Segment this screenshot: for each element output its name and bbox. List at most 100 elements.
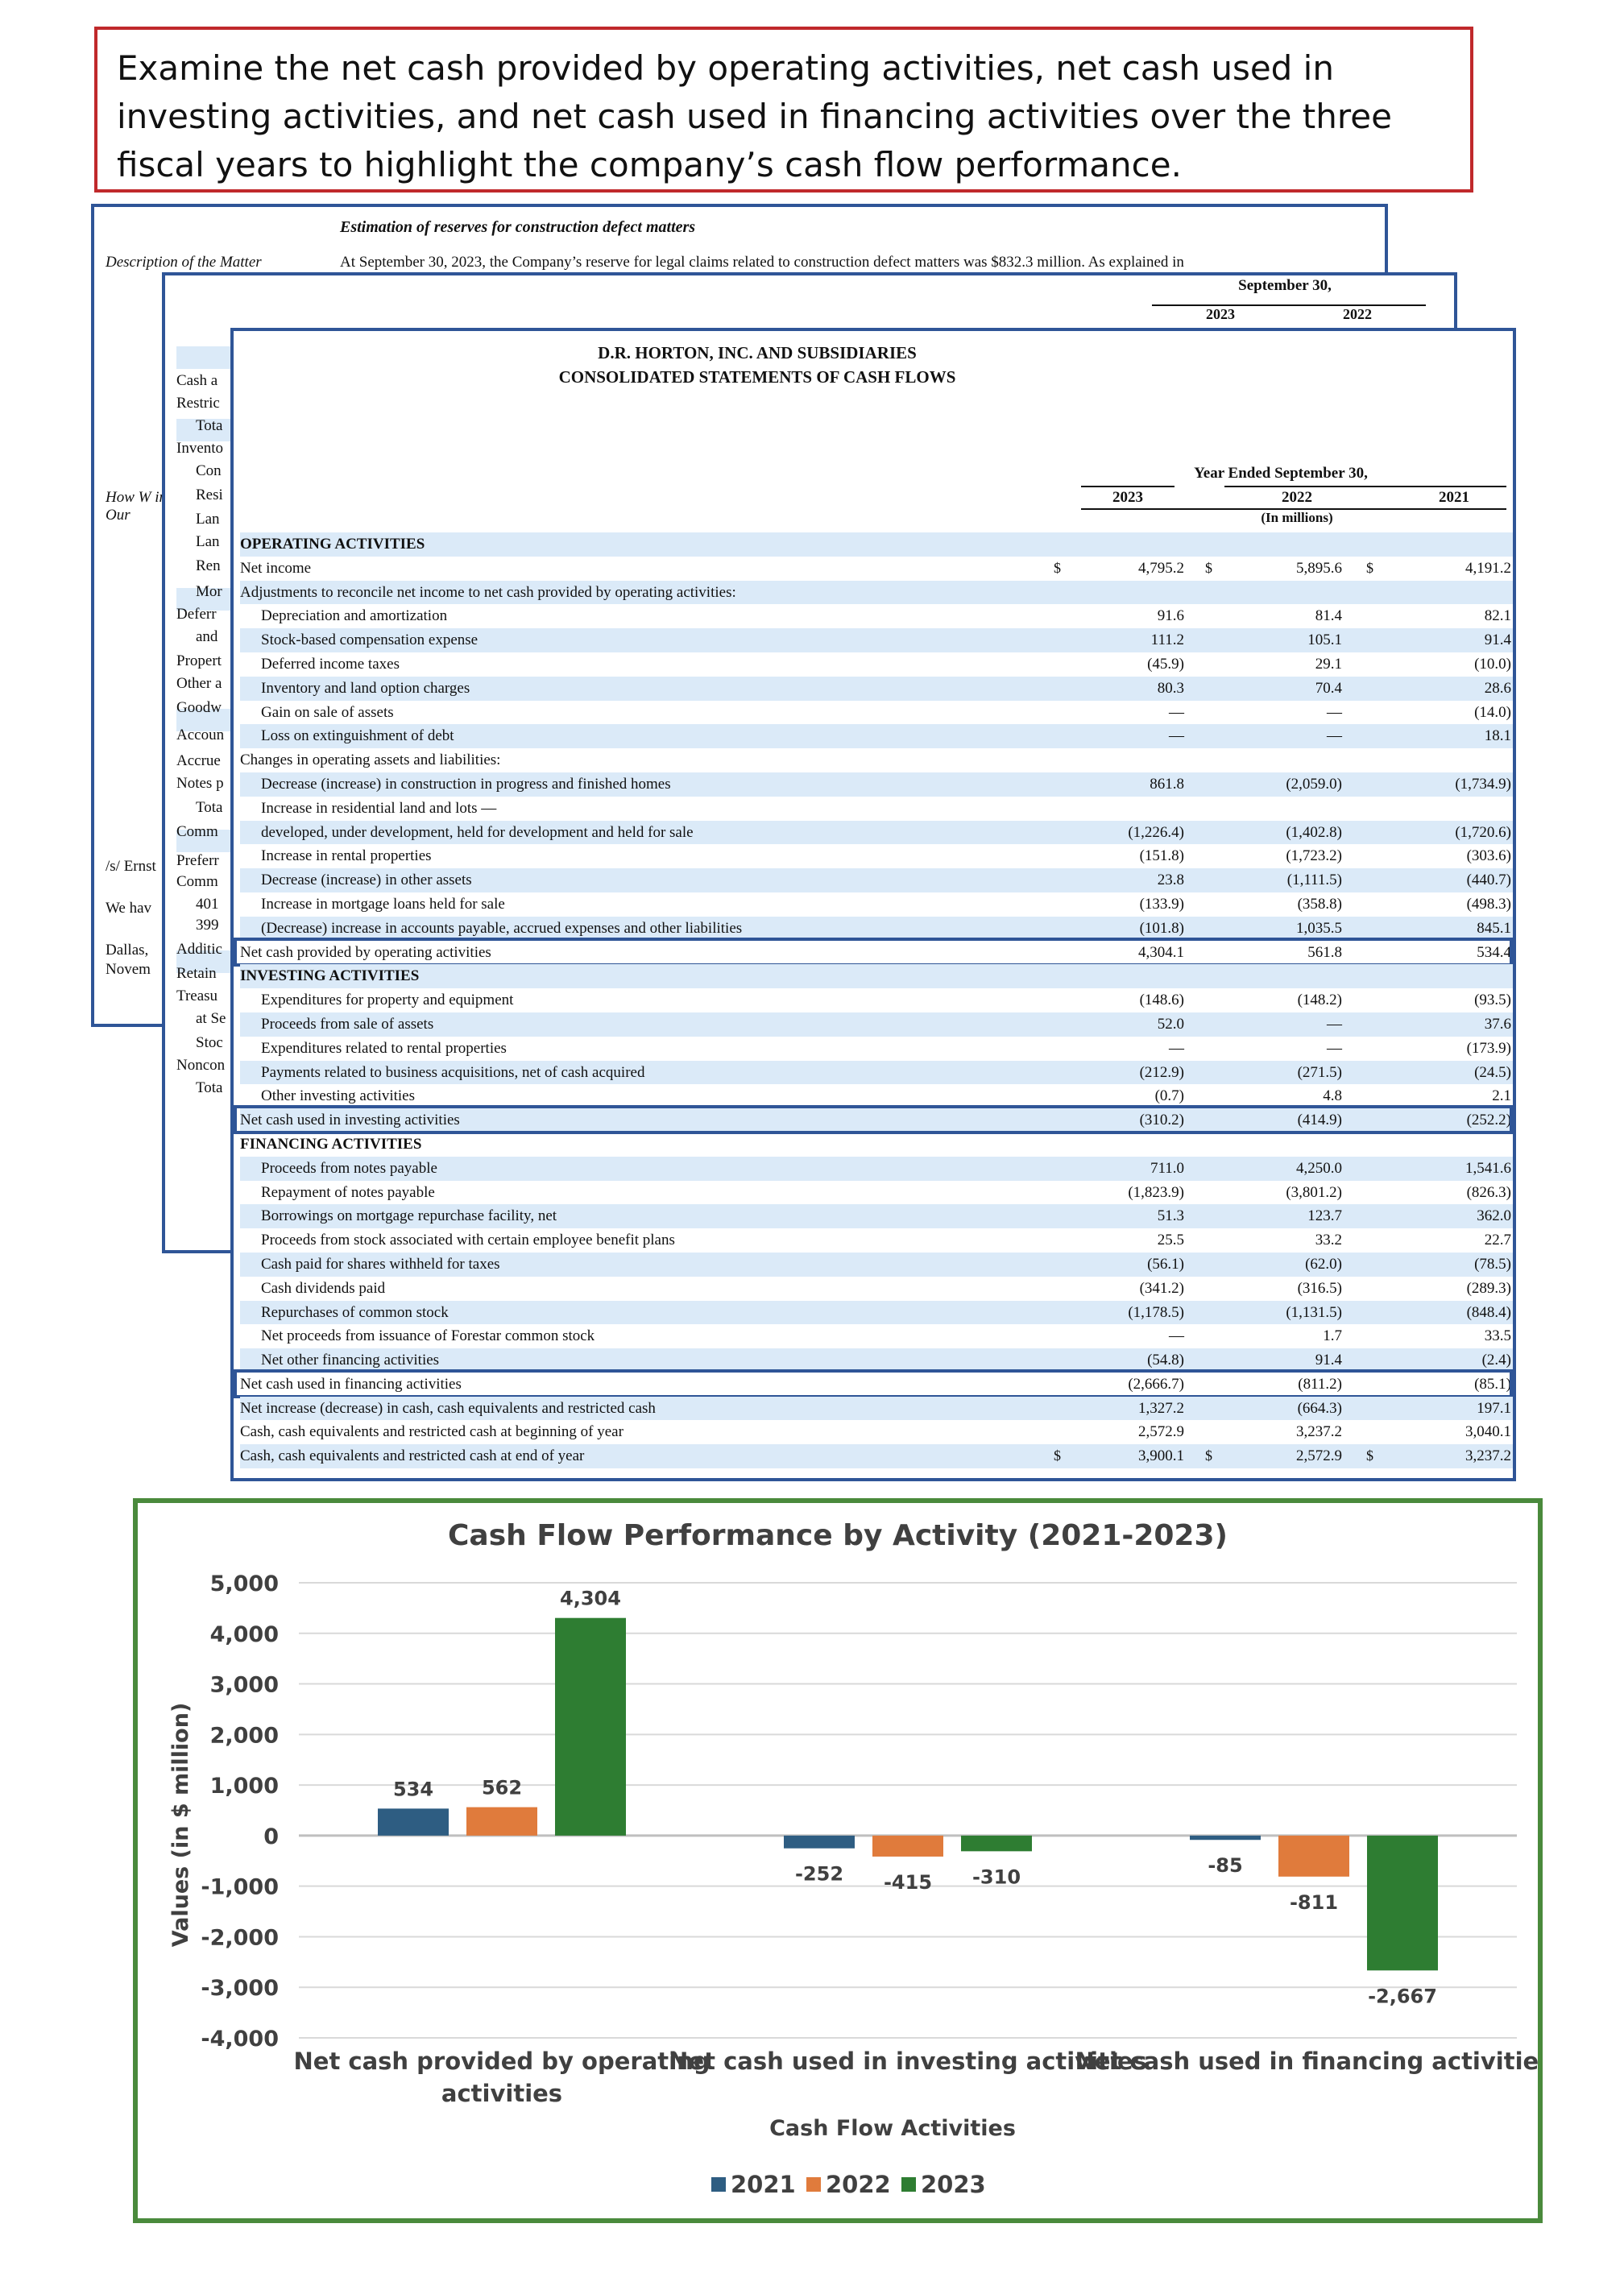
balance-year: 2023 — [1206, 306, 1235, 322]
row-label: Decrease (increase) in other assets — [261, 872, 472, 889]
statement-row: Deferred income taxes (45.9) 29.1 (10.0) — [240, 652, 1513, 677]
data-label: -2,667 — [1368, 1985, 1437, 2007]
value-2022: 81.4 — [1315, 607, 1342, 625]
value-2022: 5,895.6 — [1296, 559, 1342, 577]
legend-label: 2021 — [731, 2171, 796, 2198]
row-label: Expenditures for property and equipment — [261, 992, 514, 1009]
value-2022: 123.7 — [1307, 1207, 1342, 1225]
value-2023: — — [1169, 1327, 1184, 1345]
value-2023: 2,572.9 — [1138, 1423, 1184, 1441]
data-label: -85 — [1208, 1854, 1242, 1877]
balance-stub: Accrue — [176, 752, 221, 769]
value-2023: 3,900.1 — [1138, 1447, 1184, 1465]
bar-2021 — [784, 1835, 855, 1849]
value-2021: (93.5) — [1474, 992, 1511, 1009]
balance-year: 2022 — [1343, 306, 1372, 322]
statement-row: Gain on sale of assets — — (14.0) — [240, 701, 1513, 725]
statement-row: Increase in rental properties (151.8) (1,7… — [240, 844, 1513, 868]
value-2021: 91.4 — [1484, 631, 1511, 649]
balance-stub: Notes p — [176, 775, 224, 792]
balance-stub: Treasu — [176, 988, 218, 1004]
bar-2022 — [872, 1835, 943, 1857]
row-label: Net increase (decrease) in cash, cash eq… — [240, 1399, 656, 1417]
value-2021: 22.7 — [1484, 1232, 1511, 1249]
rule — [1224, 486, 1506, 487]
balance-years: 2023 2022 — [1152, 304, 1426, 323]
balance-stub: Deferr — [176, 606, 217, 623]
statement-row: Borrowings on mortgage repurchase facili… — [240, 1204, 1513, 1229]
value-2022: 3,237.2 — [1296, 1423, 1342, 1441]
balance-stub: Invento — [176, 440, 224, 457]
description-text: At September 30, 2023, the Company’s res… — [340, 254, 1184, 271]
value-2022: (1,402.8) — [1286, 823, 1342, 841]
currency-symbol: $ — [1205, 1447, 1212, 1464]
row-label: Repayment of notes payable — [261, 1183, 435, 1201]
balance-stub: Additic — [176, 941, 222, 958]
value-2021: (848.4) — [1466, 1303, 1511, 1321]
row-label: FINANCING ACTIVITIES — [240, 1135, 422, 1153]
value-2022: (271.5) — [1297, 1063, 1342, 1081]
y-tick-label: 1,000 — [210, 1774, 279, 1799]
row-label: OPERATING ACTIVITIES — [240, 536, 425, 553]
statement-row: Decrease (increase) in construction in p… — [240, 772, 1513, 797]
audit-matter-title: Estimation of reserves for construction … — [340, 218, 696, 236]
balance-stub: Retain — [176, 965, 217, 982]
value-2022: — — [1327, 703, 1342, 721]
value-2021: 3,040.1 — [1465, 1423, 1511, 1441]
highlight-box — [234, 937, 1513, 967]
data-label: -415 — [884, 1871, 932, 1894]
value-2021: (14.0) — [1474, 703, 1511, 721]
balance-stub: 401 — [196, 896, 219, 913]
statement-rows: OPERATING ACTIVITIES Net income $ $ $4,795.2… — [234, 532, 1513, 1469]
bar-2023 — [555, 1617, 626, 1836]
row-label: Expenditures related to rental propertie… — [261, 1039, 507, 1057]
value-2023: (133.9) — [1139, 895, 1184, 913]
legend-label: 2022 — [826, 2171, 891, 2198]
value-2023: (148.6) — [1139, 992, 1184, 1009]
value-2021: 362.0 — [1477, 1207, 1511, 1225]
value-2022: (62.0) — [1305, 1255, 1342, 1273]
y-tick-label: 4,000 — [210, 1622, 279, 1647]
y-tick-label: -2,000 — [201, 1925, 279, 1950]
value-2022: — — [1327, 1015, 1342, 1033]
balance-stub: Propert — [176, 652, 222, 669]
statement-row: Loss on extinguishment of debt — — 18.1 — [240, 724, 1513, 749]
statement-row: Net increase (decrease) in cash, cash eq… — [240, 1396, 1513, 1421]
units-label: (In millions) — [1261, 510, 1333, 525]
row-label: Increase in residential land and lots — — [261, 799, 497, 817]
value-2023: 711.0 — [1150, 1159, 1184, 1177]
legend-swatch-2022 — [806, 2177, 821, 2192]
statement-row: Proceeds from stock associated with cert… — [240, 1228, 1513, 1253]
statement-row: Expenditures for property and equipment (… — [240, 988, 1513, 1012]
value-2023: — — [1169, 703, 1184, 721]
statement-row: Cash paid for shares withheld for taxes (… — [240, 1252, 1513, 1277]
data-label: -811 — [1290, 1891, 1338, 1914]
row-label: Cash dividends paid — [261, 1279, 386, 1297]
value-2021: 37.6 — [1484, 1015, 1511, 1033]
value-2022: (316.5) — [1297, 1279, 1342, 1297]
y-axis-title: Values (in $ million) — [168, 1703, 193, 1948]
value-2022: (2,059.0) — [1286, 775, 1342, 793]
value-2021: 197.1 — [1477, 1399, 1511, 1417]
value-2022: (1,723.2) — [1286, 847, 1342, 865]
balance-stub: Ren — [196, 557, 221, 574]
chart-title: Cash Flow Performance by Activity (2021-… — [448, 1519, 1228, 1552]
bar-2021 — [1190, 1835, 1261, 1841]
balance-stub: Restric — [176, 395, 220, 412]
value-2023: 51.3 — [1157, 1207, 1184, 1225]
balance-stub: Mor — [196, 583, 222, 600]
highlight-box — [234, 1369, 1513, 1398]
data-label: 562 — [482, 1777, 522, 1799]
value-2021: (826.3) — [1466, 1183, 1511, 1201]
left-fragment: We hav — [106, 900, 152, 917]
currency-symbol: $ — [1054, 1447, 1061, 1464]
statement-row: Increase in mortgage loans held for sale… — [240, 892, 1513, 917]
row-label: Changes in operating assets and liabilit… — [240, 752, 501, 769]
value-2021: 33.5 — [1484, 1327, 1511, 1345]
year-2021-header: 2021 — [1439, 489, 1469, 506]
balance-stub: Comm — [176, 823, 218, 840]
balance-stub: Stoc — [196, 1034, 223, 1051]
value-2023: 80.3 — [1157, 679, 1184, 697]
row-label: Stock-based compensation expense — [261, 631, 478, 649]
value-2022: (1,131.5) — [1286, 1303, 1342, 1321]
